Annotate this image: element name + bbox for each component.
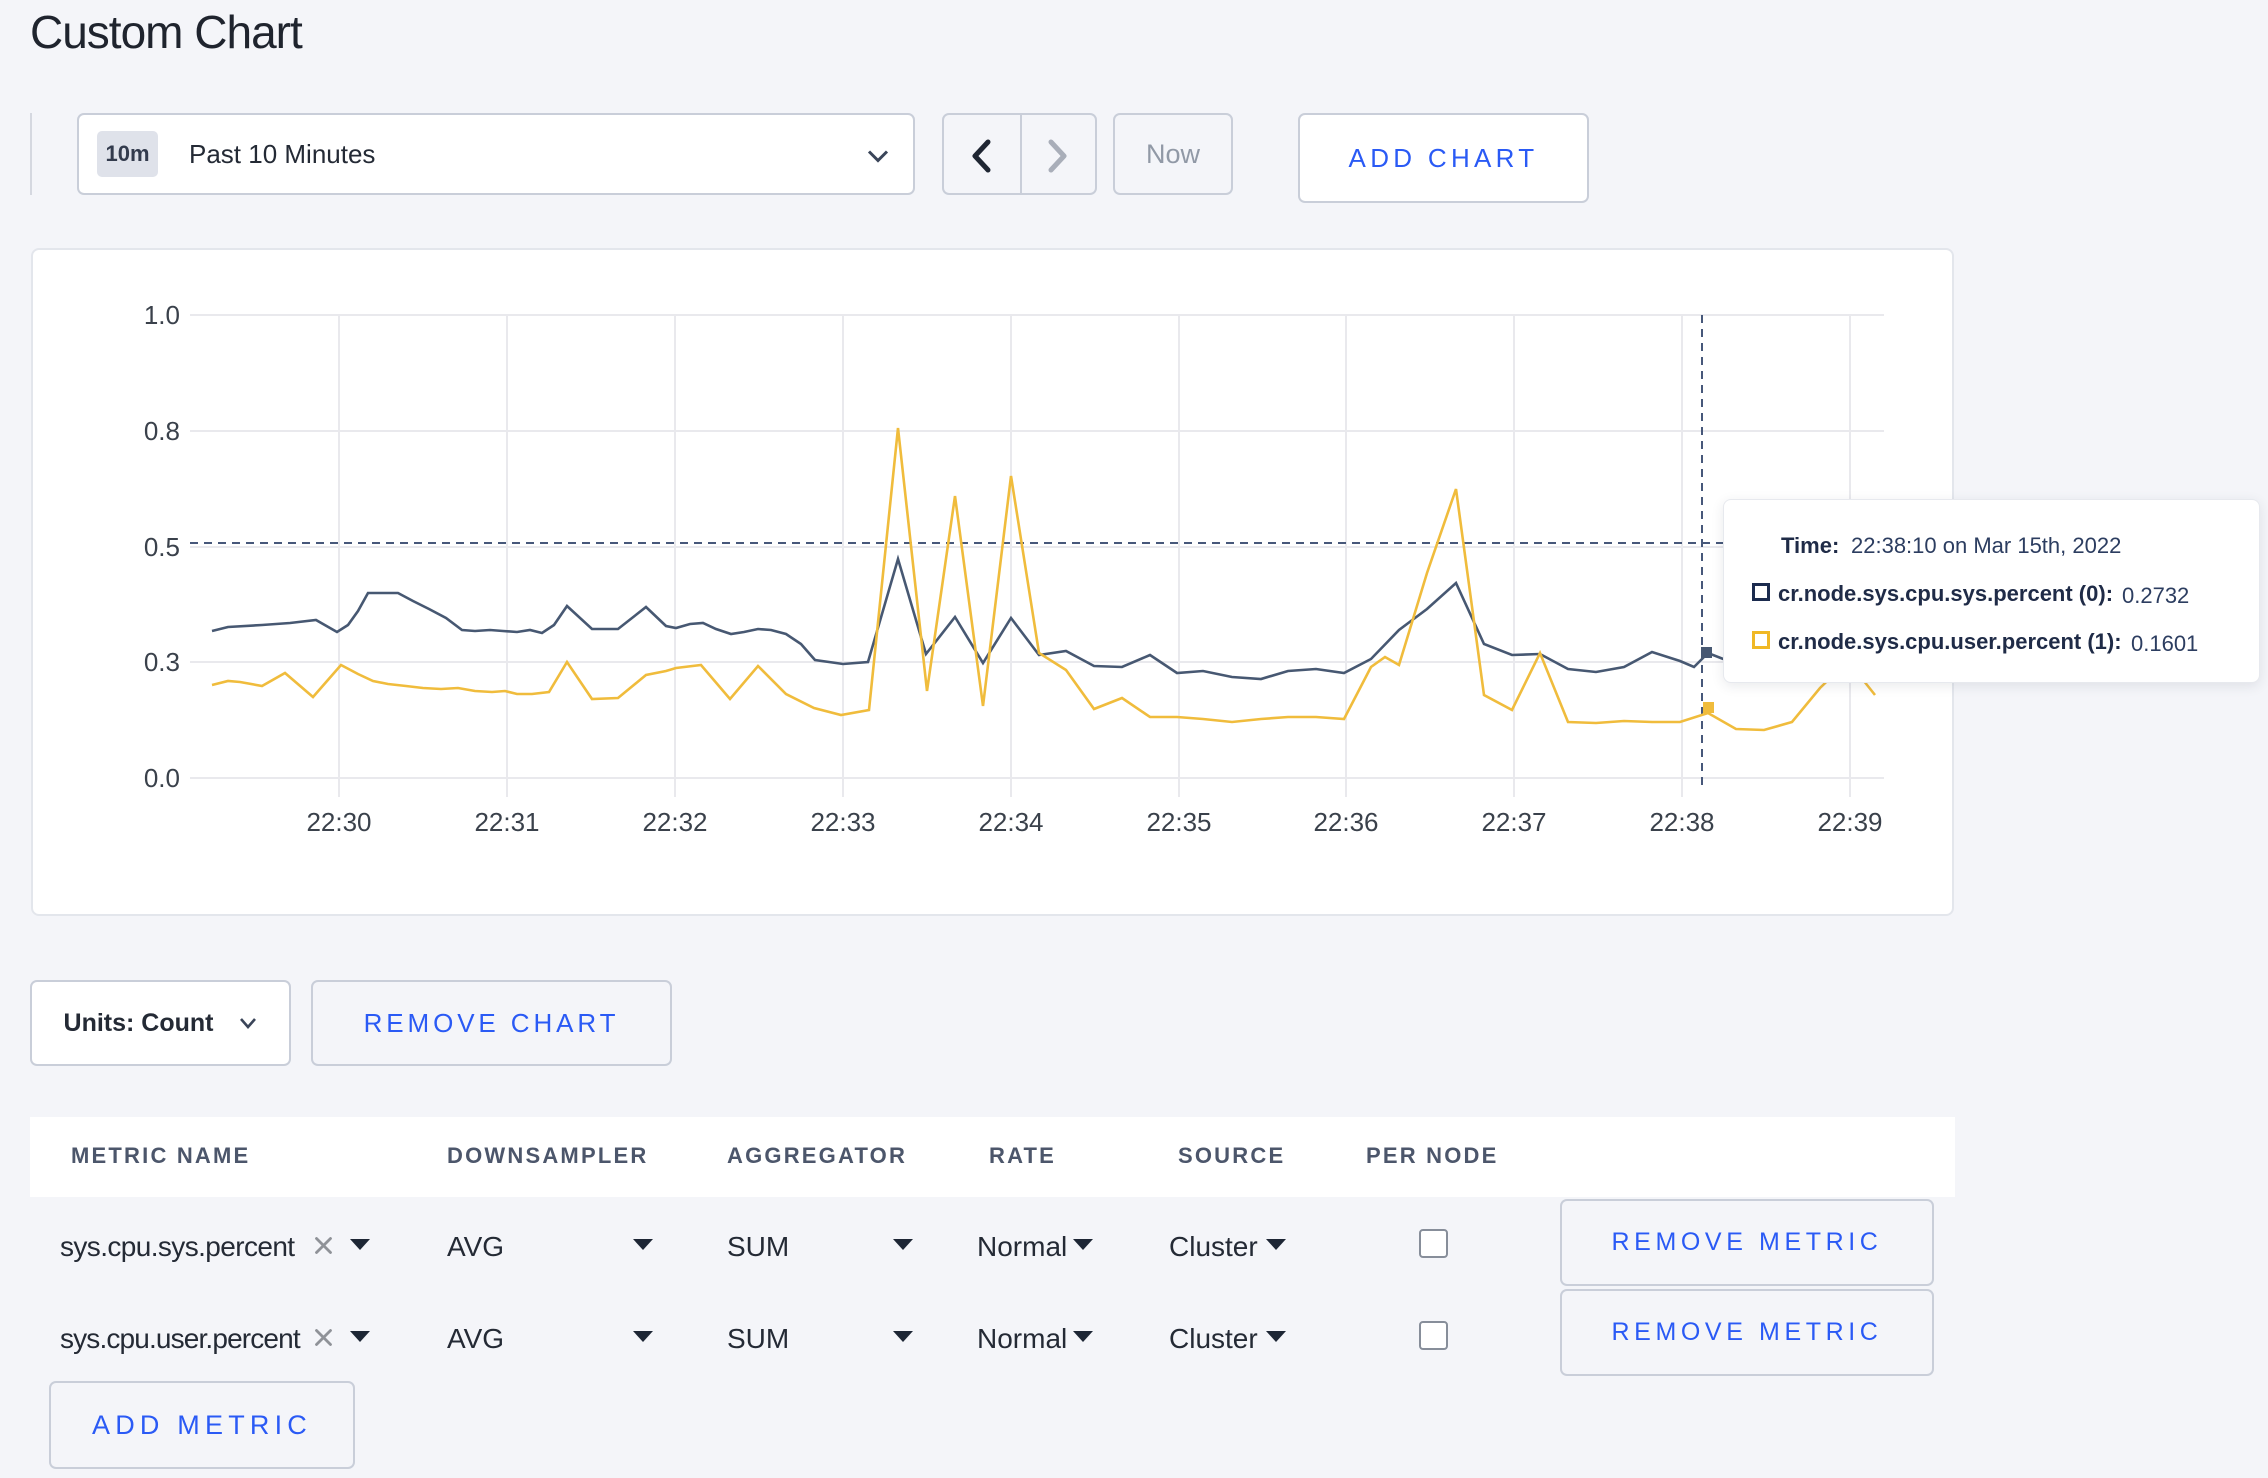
svg-text:1.0: 1.0 xyxy=(144,300,180,330)
svg-text:0.3: 0.3 xyxy=(144,647,180,677)
svg-text:22:36: 22:36 xyxy=(1313,807,1378,837)
svg-text:22:38: 22:38 xyxy=(1649,807,1714,837)
svg-text:22:39: 22:39 xyxy=(1817,807,1882,837)
svg-text:22:37: 22:37 xyxy=(1481,807,1546,837)
svg-text:0.0: 0.0 xyxy=(144,763,180,793)
svg-text:22:32: 22:32 xyxy=(642,807,707,837)
svg-text:0.8: 0.8 xyxy=(144,416,180,446)
svg-text:22:33: 22:33 xyxy=(810,807,875,837)
svg-text:22:31: 22:31 xyxy=(474,807,539,837)
svg-text:0.5: 0.5 xyxy=(144,532,180,562)
svg-text:22:35: 22:35 xyxy=(1146,807,1211,837)
svg-text:22:30: 22:30 xyxy=(306,807,371,837)
svg-text:22:34: 22:34 xyxy=(978,807,1043,837)
